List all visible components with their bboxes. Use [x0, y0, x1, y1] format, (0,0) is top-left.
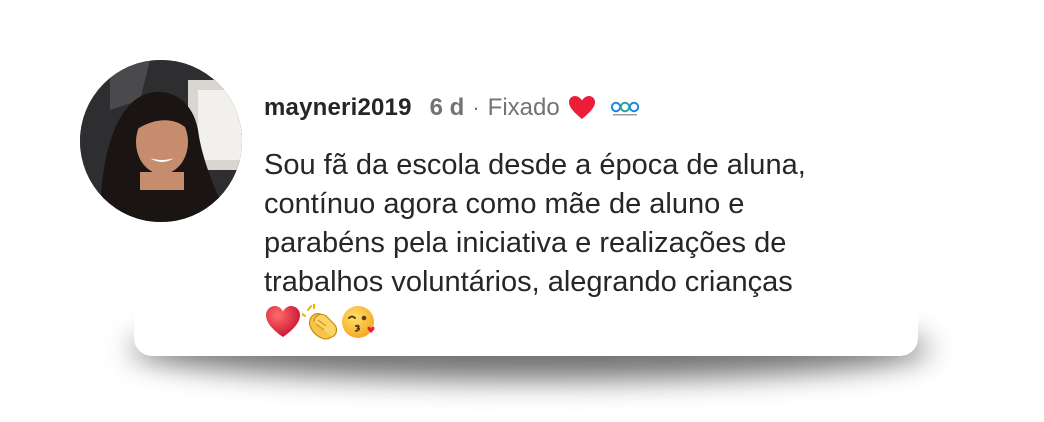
comment-time: 6 d	[429, 94, 465, 121]
separator-dot: ·	[472, 95, 480, 120]
comment-line: trabalhos voluntários, alegrando criança…	[264, 266, 793, 298]
red-heart-emoji-icon	[264, 304, 302, 340]
brand-logo-icon	[610, 99, 640, 117]
avatar[interactable]	[80, 60, 242, 222]
liked-heart-icon[interactable]	[568, 95, 596, 121]
comment-line: contínuo agora como mãe de aluno e	[264, 188, 745, 220]
comment-line: Sou fã da escola desde a época de aluna,	[264, 149, 806, 181]
kissing-face-emoji-icon	[340, 304, 378, 340]
avatar-photo	[80, 60, 242, 222]
comment-header: mayneri2019 6 d · Fixado	[264, 90, 640, 126]
comment-text: Sou fã da escola desde a época de aluna,…	[264, 146, 904, 302]
comment-line: parabéns pela iniciativa e realizações d…	[264, 227, 787, 259]
username-link[interactable]: mayneri2019	[264, 94, 412, 122]
emoji-row	[264, 303, 378, 340]
pinned-label: Fixado	[487, 94, 560, 121]
clapping-hands-emoji-icon	[301, 303, 340, 340]
